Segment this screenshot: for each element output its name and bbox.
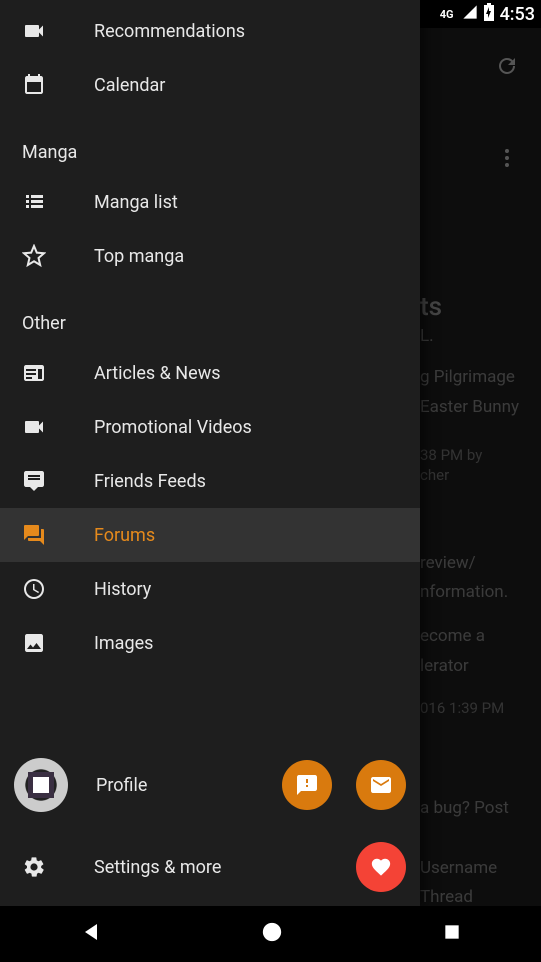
favorite-button[interactable] (356, 842, 406, 892)
recent-apps-button[interactable] (442, 922, 462, 946)
nav-recommendations[interactable]: Recommendations (0, 4, 420, 58)
nav-label: Images (94, 633, 153, 654)
nav-label: Promotional Videos (94, 417, 252, 438)
back-button[interactable] (79, 920, 103, 948)
nav-label: Top manga (94, 246, 184, 267)
profile-row[interactable]: Profile (0, 742, 420, 828)
nav-label: Manga list (94, 192, 178, 213)
news-icon (22, 361, 94, 385)
gear-icon (22, 855, 94, 879)
navigation-drawer: Recommendations Calendar Manga Manga lis… (0, 0, 420, 906)
nav-forums[interactable]: Forums (0, 508, 420, 562)
nav-top-manga[interactable]: Top manga (0, 229, 420, 283)
star-icon (22, 244, 94, 268)
nav-articles[interactable]: Articles & News (0, 346, 420, 400)
list-icon (22, 190, 94, 214)
settings-row[interactable]: Settings & more (0, 828, 420, 906)
avatar (14, 758, 68, 812)
system-nav-bar (0, 906, 541, 962)
nav-label: Friends Feeds (94, 471, 206, 492)
history-icon (22, 577, 94, 601)
section-other: Other (0, 283, 420, 346)
section-manga: Manga (0, 112, 420, 175)
nav-images[interactable]: Images (0, 616, 420, 670)
nav-label: Forums (94, 525, 155, 546)
nav-promo-videos[interactable]: Promotional Videos (0, 400, 420, 454)
home-button[interactable] (261, 921, 283, 947)
mail-button[interactable] (356, 760, 406, 810)
calendar-icon (22, 73, 94, 97)
nav-friends-feeds[interactable]: Friends Feeds (0, 454, 420, 508)
forum-icon (22, 523, 94, 547)
nav-calendar[interactable]: Calendar (0, 58, 420, 112)
signal-icon (462, 4, 478, 24)
profile-label: Profile (96, 775, 282, 796)
video-icon (22, 415, 94, 439)
nav-label: History (94, 579, 151, 600)
nav-label: Articles & News (94, 363, 221, 384)
image-icon (22, 631, 94, 655)
nav-manga-list[interactable]: Manga list (0, 175, 420, 229)
nav-label: Calendar (94, 75, 165, 96)
feedback-button[interactable] (282, 760, 332, 810)
network-type: 4G (440, 8, 454, 21)
clock: 4:53 (500, 4, 535, 25)
feed-icon (22, 469, 94, 493)
nav-label: Recommendations (94, 21, 245, 42)
settings-label: Settings & more (94, 857, 356, 878)
nav-history[interactable]: History (0, 562, 420, 616)
battery-icon (484, 3, 494, 25)
camera-icon (22, 19, 94, 43)
